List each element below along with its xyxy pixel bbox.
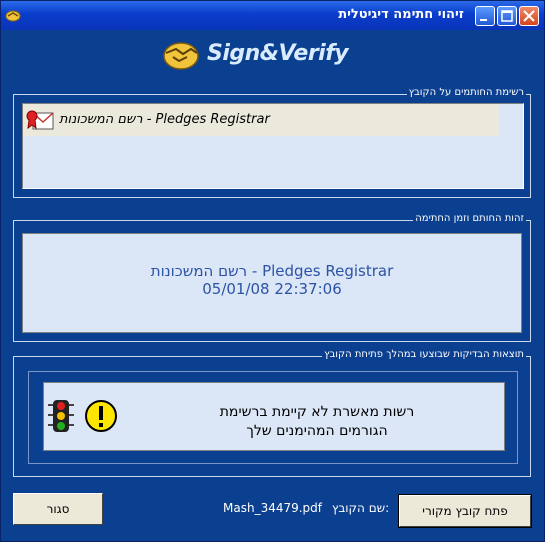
results-group: תוצאות הבדיקות שבוצעו במהלך פתיחת הקובץ … (13, 349, 531, 477)
warning-icon (85, 400, 117, 432)
results-frame: רשות מאשרת לא קיימת ברשימת הגורמים המהימ… (28, 371, 518, 464)
signer-name: רשם המשכונות - Pledges Registrar (150, 262, 394, 280)
maximize-button[interactable] (497, 6, 517, 26)
identity-group: זהות החותם וזמן החתימה רשם המשכונות - Pl… (13, 213, 531, 342)
signing-datetime: 05/01/08 22:37:06 (202, 280, 342, 298)
open-original-file-button[interactable]: פתח קובץ מקורי (398, 494, 532, 528)
close-button[interactable]: סגור (13, 493, 103, 525)
signers-list[interactable]: רשם המשכונות - Pledges Registrar (22, 103, 524, 189)
signers-caption: רשימת החותמים על הקובץ (406, 87, 526, 98)
result-line-2: הגורמים המהימנים שלך (246, 423, 388, 439)
maximize-icon (501, 10, 513, 22)
filename-value: Mash_34479.pdf (223, 501, 323, 515)
close-icon (523, 10, 535, 22)
handshake-icon (163, 42, 199, 70)
identity-caption: זהות החותם וזמן החתימה (413, 213, 526, 224)
results-caption: תוצאות הבדיקות שבוצעו במהלך פתיחת הקובץ (322, 349, 526, 360)
title-bar[interactable]: זיהוי חתימה דיגיטלית (1, 1, 544, 30)
app-icon (5, 10, 21, 22)
identity-panel: רשם המשכונות - Pledges Registrar 05/01/0… (22, 233, 522, 333)
window-title: זיהוי חתימה דיגיטלית (338, 7, 464, 22)
minimize-button[interactable] (475, 6, 495, 26)
dialog-window: זיהוי חתימה דיגיטלית Sign&Verify רשימת ה… (0, 0, 545, 542)
verification-result: רשות מאשרת לא קיימת ברשימת הגורמים המהימ… (140, 403, 494, 441)
list-item[interactable]: רשם המשכונות - Pledges Registrar (23, 104, 499, 136)
filename-label: שם הקובץ: (331, 501, 390, 515)
close-window-button[interactable] (519, 6, 539, 26)
traffic-light-icon (48, 400, 74, 432)
certificate-icon (26, 110, 54, 130)
minimize-icon (480, 19, 487, 21)
brand-name: Sign&Verify (207, 41, 349, 66)
filename-row: Mash_34479.pdf שם הקובץ: (223, 501, 389, 515)
result-line-1: רשות מאשרת לא קיימת ברשימת (219, 404, 415, 420)
results-panel: רשות מאשרת לא קיימת ברשימת הגורמים המהימ… (43, 382, 505, 451)
signer-label: רשם המשכונות - Pledges Registrar (59, 112, 270, 127)
signers-group: רשימת החותמים על הקובץ רשם המשכונות - Pl… (13, 87, 531, 198)
